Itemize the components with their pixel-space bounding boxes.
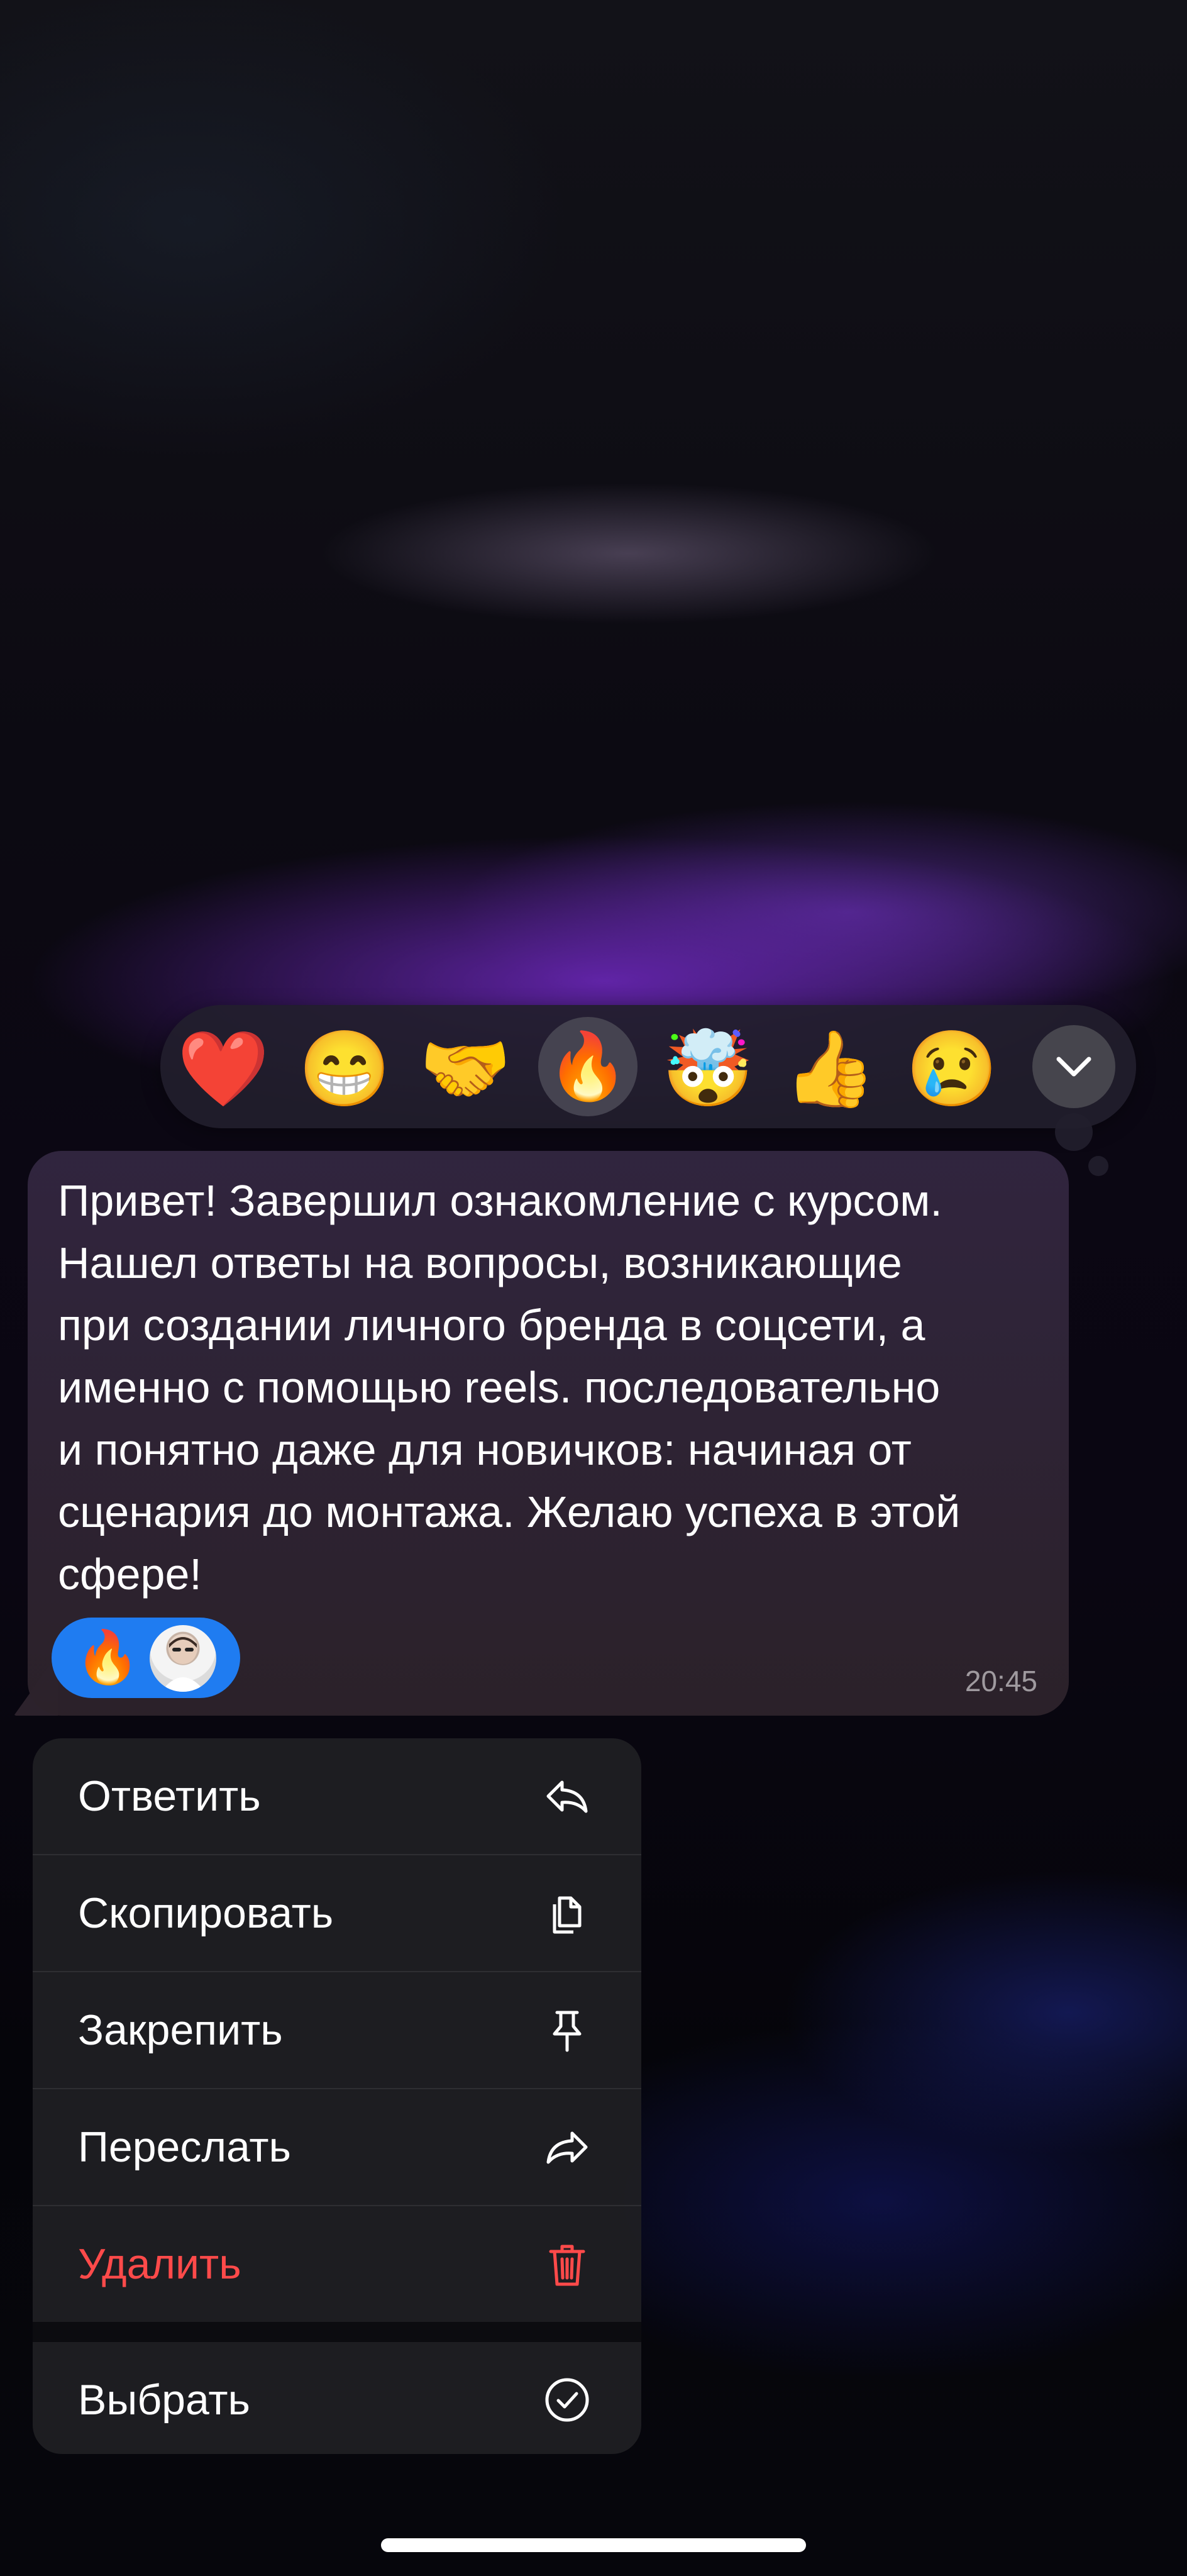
- copy-icon: [553, 1896, 582, 1934]
- reaction-picker-tail: [1055, 1113, 1093, 1151]
- menu-item-label: Удалить: [78, 2240, 241, 2288]
- reaction-fire[interactable]: 🔥: [538, 1017, 638, 1116]
- menu-item-label: Ответить: [78, 1772, 261, 1820]
- menu-item-select[interactable]: Выбрать: [33, 2342, 641, 2454]
- reply-icon: [546, 1780, 588, 1813]
- home-indicator[interactable]: [381, 2538, 806, 2552]
- avatar: [150, 1625, 216, 1692]
- menu-item-reply[interactable]: Ответить: [33, 1738, 641, 1854]
- menu-item-label: Выбрать: [78, 2376, 250, 2424]
- reaction-crying[interactable]: 😢: [906, 1025, 998, 1113]
- context-menu: Ответить Скопировать Закрепить Переслать…: [33, 1738, 641, 2454]
- menu-item-delete[interactable]: Удалить: [33, 2206, 641, 2322]
- menu-item-label: Закрепить: [78, 2006, 283, 2054]
- trash-icon: [549, 2245, 585, 2286]
- select-check-icon: [545, 2378, 589, 2422]
- reaction-heart[interactable]: ❤️: [177, 1025, 270, 1113]
- pin-icon: [553, 2011, 582, 2052]
- menu-group-separator: [33, 2322, 641, 2342]
- menu-item-label: Скопировать: [78, 1889, 334, 1937]
- reaction-handshake[interactable]: 🤝: [419, 1025, 512, 1113]
- chevron-down-icon: [1056, 1057, 1091, 1077]
- menu-item-forward[interactable]: Переслать: [33, 2089, 641, 2205]
- reaction-exploding-head[interactable]: 🤯: [662, 1025, 754, 1113]
- forward-icon: [546, 2131, 588, 2164]
- fire-icon: 🔥: [75, 1629, 140, 1686]
- menu-item-pin[interactable]: Закрепить: [33, 1972, 641, 2088]
- message-time: 20:45: [964, 1665, 1037, 1697]
- expand-reactions-button[interactable]: [1032, 1025, 1115, 1108]
- reaction-thumbs-up[interactable]: 👍: [784, 1025, 876, 1113]
- message-text: Привет! Завершил ознакомление с курсом. …: [58, 1176, 961, 1599]
- reaction-grinning[interactable]: 😁: [299, 1025, 391, 1113]
- reaction-picker-tail-small: [1088, 1156, 1108, 1176]
- menu-item-label: Переслать: [78, 2123, 291, 2171]
- menu-item-copy[interactable]: Скопировать: [33, 1855, 641, 1971]
